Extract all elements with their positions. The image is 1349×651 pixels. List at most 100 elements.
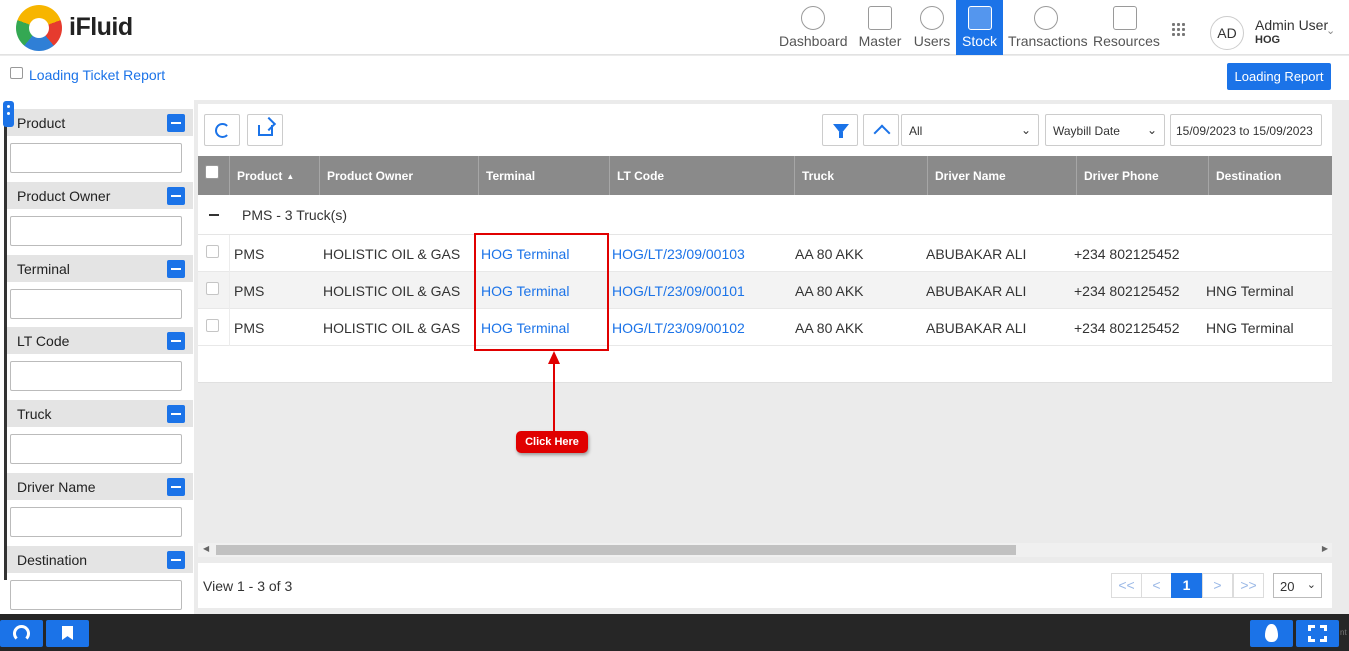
nav-dashboard[interactable]: Dashboard [779, 0, 848, 55]
column-label: Terminal [486, 169, 536, 183]
user-name[interactable]: Admin User [1255, 17, 1328, 33]
column-destination[interactable]: Destination [1209, 156, 1332, 195]
first-page-button[interactable]: << [1111, 573, 1142, 598]
coins-stack-icon [967, 6, 992, 30]
page-title[interactable]: Loading Ticket Report [29, 67, 165, 83]
destination-filter-input[interactable] [10, 580, 182, 610]
current-page-button[interactable]: 1 [1171, 573, 1202, 598]
cell-driver: ABUBAKAR ALI [926, 246, 1027, 262]
cell-phone: +234 802125452 [1074, 283, 1180, 299]
select-all-checkbox[interactable] [205, 165, 219, 179]
export-button[interactable] [247, 114, 283, 146]
date-type-select[interactable]: Waybill Date ⌄ [1045, 114, 1165, 146]
scrollbar-thumb[interactable] [216, 545, 1016, 555]
status-select[interactable]: All ⌄ [901, 114, 1039, 146]
nav-stock[interactable]: Stock [956, 0, 1003, 55]
column-product-owner[interactable]: Product Owner [320, 156, 479, 195]
cell-truck: AA 80 AKK [795, 283, 864, 299]
filter-destination: Destination [7, 546, 193, 610]
chevron-down-icon[interactable]: ⌄ [1326, 24, 1335, 37]
collapse-icon[interactable] [167, 551, 185, 569]
filter-label: Product [17, 115, 66, 131]
bookmark-button[interactable] [46, 620, 89, 647]
status-select-value: All [909, 124, 923, 138]
filter-truck: Truck [7, 400, 193, 464]
nav-users[interactable]: Users [912, 0, 952, 55]
column-driver-name[interactable]: Driver Name [928, 156, 1077, 195]
collapse-icon[interactable] [167, 478, 185, 496]
nav-transactions[interactable]: Transactions [1008, 0, 1088, 55]
row-checkbox[interactable] [206, 319, 219, 332]
tree-button[interactable] [863, 114, 899, 146]
sidebar-rail [4, 120, 7, 580]
product-owner-filter-input[interactable] [10, 216, 182, 246]
report-icon [10, 67, 23, 79]
last-page-button[interactable]: >> [1233, 573, 1264, 598]
cell-lt-code-link[interactable]: HOG/LT/23/09/00101 [612, 272, 792, 309]
page-header: Loading Ticket Report Loading Report [0, 56, 1349, 100]
sidebar-menu-icon[interactable] [3, 101, 14, 127]
date-range-input[interactable]: 15/09/2023 to 15/09/2023 [1170, 114, 1322, 146]
nav-users-label: Users [913, 33, 951, 49]
fullscreen-button[interactable] [1296, 620, 1339, 647]
loading-report-button[interactable]: Loading Report [1227, 63, 1331, 90]
driver-name-filter-input[interactable] [10, 507, 182, 537]
cell-terminal-link[interactable]: HOG Terminal [481, 309, 607, 346]
filter-label: Terminal [17, 261, 70, 277]
table-row[interactable]: PMS HOLISTIC OIL & GAS HOG Terminal HOG/… [198, 235, 1332, 272]
cell-product: PMS [234, 246, 265, 262]
fire-button[interactable] [1250, 620, 1293, 647]
recycle-button[interactable] [0, 620, 43, 647]
prev-page-button[interactable]: < [1141, 573, 1172, 598]
chevron-down-icon: ⌄ [1020, 123, 1031, 137]
cell-terminal-link[interactable]: HOG Terminal [481, 235, 607, 272]
column-terminal[interactable]: Terminal [479, 156, 610, 195]
row-checkbox[interactable] [206, 245, 219, 258]
grid-body-empty-area [198, 383, 1332, 563]
app-brand[interactable]: iFluid [69, 13, 133, 42]
cell-product: PMS [234, 283, 265, 299]
collapse-group-icon[interactable] [209, 214, 219, 216]
collapse-icon[interactable] [167, 187, 185, 205]
filter-lt-code: LT Code [7, 327, 193, 391]
horizontal-scrollbar[interactable]: ◀ ▶ [198, 543, 1332, 557]
cell-truck: AA 80 AKK [795, 320, 864, 336]
row-checkbox[interactable] [206, 282, 219, 295]
filter-product-owner: Product Owner [7, 182, 193, 246]
avatar[interactable]: AD [1210, 16, 1244, 50]
refresh-button[interactable] [204, 114, 240, 146]
column-driver-phone[interactable]: Driver Phone [1077, 156, 1209, 195]
cell-lt-code-link[interactable]: HOG/LT/23/09/00103 [612, 235, 792, 272]
collapse-icon[interactable] [167, 260, 185, 278]
collapse-icon[interactable] [167, 332, 185, 350]
apps-grid-icon[interactable] [1171, 22, 1185, 36]
filter-button[interactable] [822, 114, 858, 146]
column-lt-code[interactable]: LT Code [610, 156, 795, 195]
grid-footer: View 1 - 3 of 3 << < 1 > >> 20 ⌄ [198, 563, 1332, 608]
nav-stock-label: Stock [961, 33, 997, 49]
ifluid-logo-icon[interactable] [16, 5, 62, 51]
terminal-filter-input[interactable] [10, 289, 182, 319]
page-size-select[interactable]: 20 ⌄ [1273, 573, 1322, 598]
building-icon [868, 6, 892, 30]
nav-resources[interactable]: Resources [1093, 0, 1160, 55]
product-filter-input[interactable] [10, 143, 182, 173]
collapse-icon[interactable] [167, 114, 185, 132]
lt-code-filter-input[interactable] [10, 361, 182, 391]
collapse-icon[interactable] [167, 405, 185, 423]
truck-filter-input[interactable] [10, 434, 182, 464]
scroll-right-icon[interactable]: ▶ [1322, 544, 1328, 553]
filter-label: Truck [17, 406, 52, 422]
column-product[interactable]: Product ▲ [230, 156, 320, 195]
column-truck[interactable]: Truck [795, 156, 928, 195]
nav-master[interactable]: Master [856, 0, 904, 55]
cell-terminal-link[interactable]: HOG Terminal [481, 272, 607, 309]
recycle-icon [13, 625, 30, 642]
select-all-cell [198, 156, 230, 195]
next-page-button[interactable]: > [1202, 573, 1233, 598]
table-row[interactable]: PMS HOLISTIC OIL & GAS HOG Terminal HOG/… [198, 272, 1332, 309]
view-count: View 1 - 3 of 3 [203, 578, 293, 594]
table-row[interactable]: PMS HOLISTIC OIL & GAS HOG Terminal HOG/… [198, 309, 1332, 346]
scroll-left-icon[interactable]: ◀ [203, 544, 209, 553]
cell-lt-code-link[interactable]: HOG/LT/23/09/00102 [612, 309, 792, 346]
